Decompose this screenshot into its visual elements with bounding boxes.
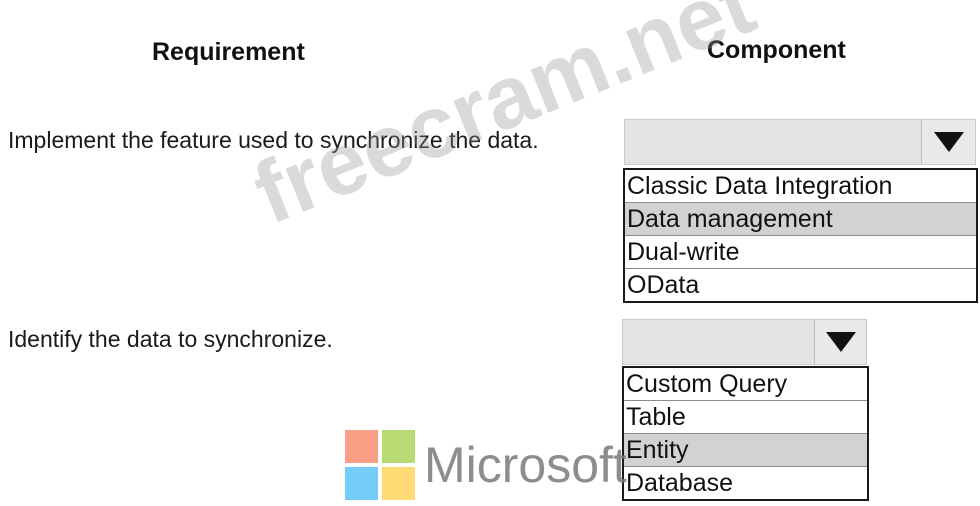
option-list-2: Custom Query Table Entity Database bbox=[622, 366, 869, 501]
microsoft-logo-text: Microsoft bbox=[424, 437, 627, 493]
option-dual-write[interactable]: Dual-write bbox=[625, 236, 976, 269]
option-data-management[interactable]: Data management bbox=[625, 203, 976, 236]
component-header: Component bbox=[707, 36, 846, 64]
requirement-text-2: Identify the data to synchronize. bbox=[8, 326, 333, 352]
microsoft-logo: Microsoft bbox=[345, 430, 627, 500]
microsoft-logo-icon bbox=[345, 430, 416, 500]
triangle-down-icon bbox=[825, 332, 856, 352]
component-dropdown-1[interactable] bbox=[624, 119, 976, 165]
requirement-header: Requirement bbox=[152, 38, 305, 66]
option-classic-data-integration[interactable]: Classic Data Integration bbox=[625, 170, 976, 203]
dropdown-toggle-button-2[interactable] bbox=[814, 320, 866, 364]
option-entity[interactable]: Entity bbox=[624, 434, 867, 467]
triangle-down-icon bbox=[933, 132, 964, 152]
option-odata[interactable]: OData bbox=[625, 269, 976, 301]
option-list-1: Classic Data Integration Data management… bbox=[623, 168, 978, 303]
dropdown-toggle-button-1[interactable] bbox=[921, 120, 975, 164]
option-table[interactable]: Table bbox=[624, 401, 867, 434]
option-custom-query[interactable]: Custom Query bbox=[624, 368, 867, 401]
option-database[interactable]: Database bbox=[624, 467, 867, 499]
component-dropdown-2[interactable] bbox=[622, 319, 867, 365]
requirement-text-1: Implement the feature used to synchroniz… bbox=[8, 127, 539, 153]
